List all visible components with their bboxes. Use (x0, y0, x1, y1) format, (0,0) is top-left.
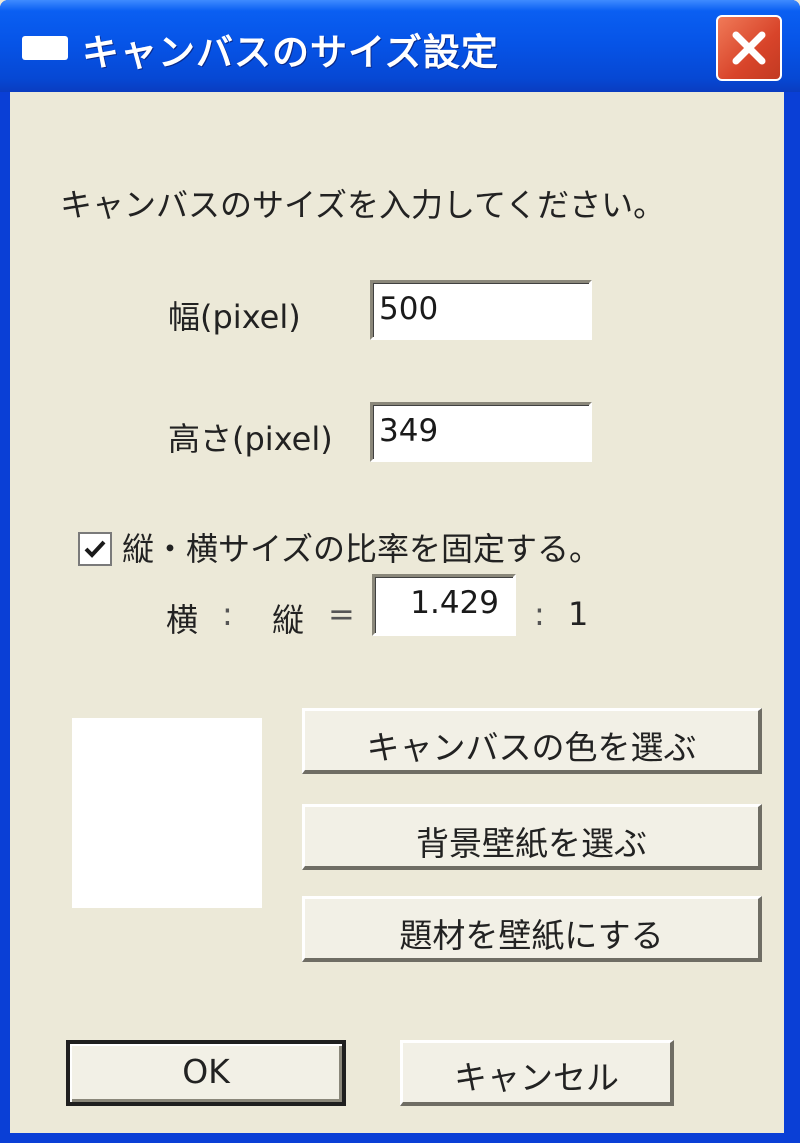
close-icon (732, 31, 766, 65)
choose-background-wallpaper-button[interactable]: 背景壁紙を選ぶ (302, 804, 762, 870)
ratio-vertical-label: 縦 (272, 601, 305, 639)
ratio-equals-sign: = (328, 595, 355, 633)
ok-label: OK (182, 1052, 230, 1091)
ratio-separator-2: : (534, 595, 545, 633)
aspect-lock-label[interactable]: 縦・横サイズの比率を固定する。 (122, 524, 601, 570)
dialog-body: キャンバスのサイズを入力してください。 幅(pixel) 500 高さ(pixe… (10, 92, 784, 1133)
width-input[interactable]: 500 (370, 280, 592, 340)
ratio-input-value: 1.429 (410, 585, 499, 621)
choose-canvas-color-label: キャンバスの色を選ぶ (366, 728, 697, 767)
choose-canvas-color-button[interactable]: キャンバスの色を選ぶ (302, 708, 762, 774)
ratio-right-value: 1 (568, 595, 589, 633)
title-bar[interactable]: キャンバスのサイズ設定 (0, 0, 800, 92)
window-title: キャンバスのサイズ設定 (82, 31, 499, 74)
cancel-button[interactable]: キャンセル (400, 1040, 674, 1106)
ratio-separator: : (222, 595, 233, 633)
choose-background-wallpaper-label: 背景壁紙を選ぶ (416, 824, 647, 863)
aspect-lock-checkbox[interactable] (78, 532, 112, 566)
canvas-color-preview (72, 718, 262, 908)
ratio-input[interactable]: 1.429 (372, 574, 516, 636)
ratio-horizontal-label: 横 (166, 601, 199, 639)
height-label: 高さ(pixel) (168, 420, 333, 458)
use-material-as-wallpaper-label: 題材を壁紙にする (399, 916, 664, 955)
width-input-value: 500 (379, 291, 439, 327)
instruction-text: キャンバスのサイズを入力してください。 (60, 186, 666, 224)
height-input-value: 349 (379, 413, 439, 449)
checkmark-icon (84, 540, 106, 558)
ok-button[interactable]: OK (66, 1040, 346, 1106)
close-button[interactable] (716, 15, 782, 81)
canvas-size-dialog: キャンバスのサイズ設定 キャンバスのサイズを入力してください。 幅(pixel)… (0, 0, 800, 1143)
window-icon (22, 36, 68, 60)
height-input[interactable]: 349 (370, 402, 592, 462)
use-material-as-wallpaper-button[interactable]: 題材を壁紙にする (302, 896, 762, 962)
cancel-label: キャンセル (454, 1058, 619, 1097)
width-label: 幅(pixel) (168, 298, 301, 336)
